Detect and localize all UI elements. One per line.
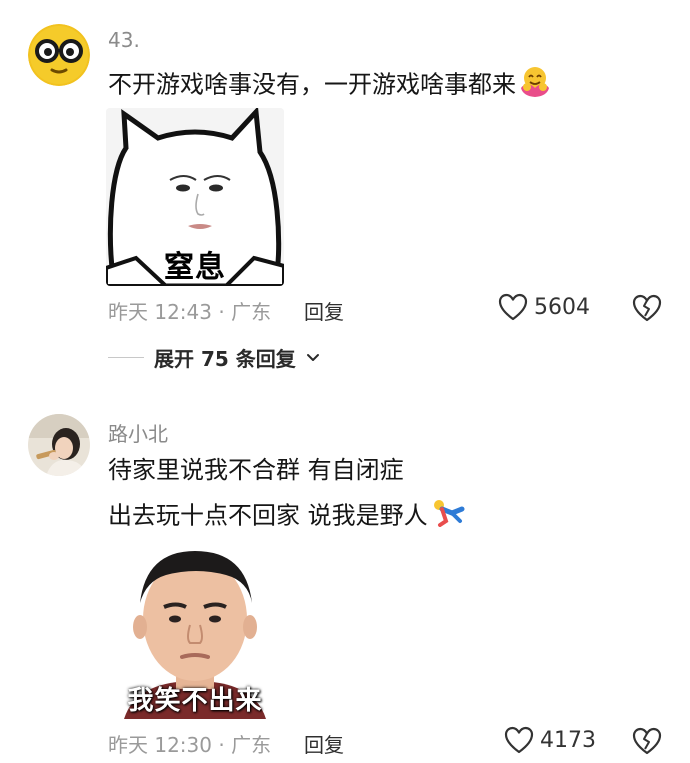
like-button[interactable]: 5604 — [498, 293, 590, 321]
heart-icon — [498, 293, 528, 321]
comment-text-line: 不开游戏啥事没有，一开游戏啥事都来 — [108, 70, 516, 99]
like-count: 5604 — [534, 294, 590, 320]
dislike-button[interactable] — [632, 294, 662, 326]
reply-button[interactable]: 回复 — [304, 729, 344, 758]
meme-image[interactable]: 我笑不出来 — [106, 541, 284, 719]
emoji-glasses-face-icon — [28, 24, 90, 86]
avatar[interactable] — [28, 24, 90, 86]
reply-button[interactable]: 回复 — [304, 296, 344, 325]
user-photo-avatar[interactable] — [28, 414, 90, 476]
username[interactable]: 路小北 — [108, 418, 168, 447]
broken-heart-icon — [632, 727, 662, 755]
comment-text-line: 出去玩十点不回家 说我是野人 — [108, 501, 428, 530]
meme-image[interactable]: 窒息 — [106, 108, 284, 286]
heart-icon — [504, 726, 534, 754]
dislike-button[interactable] — [632, 727, 662, 759]
divider — [108, 357, 144, 358]
comment-text: 待家里说我不合群 有自闭症 出去玩十点不回家 说我是野人 — [108, 453, 466, 536]
like-button[interactable]: 4173 — [504, 726, 596, 754]
chevron-down-icon — [306, 353, 319, 361]
meme-caption: 我笑不出来 — [127, 686, 263, 716]
running-man-emoji-icon — [430, 497, 466, 536]
comment-meta: 昨天 12:30 · 广东 — [108, 733, 272, 757]
comment-meta: 昨天 12:43 · 广东 — [108, 300, 272, 324]
username[interactable]: 43. — [108, 28, 140, 52]
like-count: 4173 — [540, 727, 596, 753]
expand-replies-label: 展开 75 条回复 — [154, 347, 296, 371]
meme-caption: 窒息 — [164, 250, 226, 285]
hug-emoji-icon — [518, 64, 552, 107]
comment-text: 不开游戏啥事没有，一开游戏啥事都来 — [108, 64, 552, 107]
comment-text-line: 待家里说我不合群 有自闭症 — [108, 456, 404, 484]
expand-replies-button[interactable]: 展开 75 条回复 — [108, 343, 320, 372]
broken-heart-icon — [632, 294, 662, 322]
